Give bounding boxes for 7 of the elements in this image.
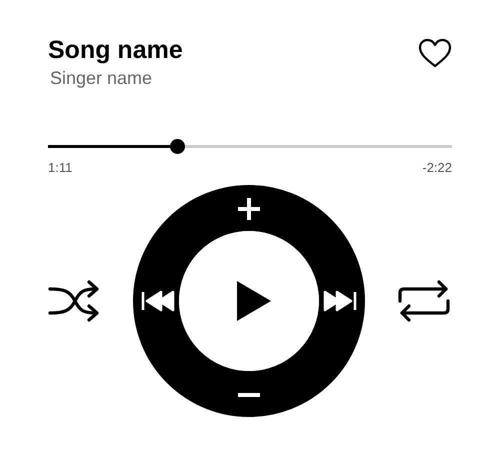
elapsed-time: 1:11 bbox=[48, 160, 72, 175]
song-title: Song name bbox=[48, 35, 183, 66]
heart-icon[interactable] bbox=[418, 38, 452, 68]
artist-name: Singer name bbox=[50, 68, 154, 89]
remaining-time: -2:22 bbox=[422, 160, 452, 175]
control-wheel-drawing[interactable] bbox=[133, 185, 365, 417]
progress-handle[interactable] bbox=[170, 139, 186, 154]
